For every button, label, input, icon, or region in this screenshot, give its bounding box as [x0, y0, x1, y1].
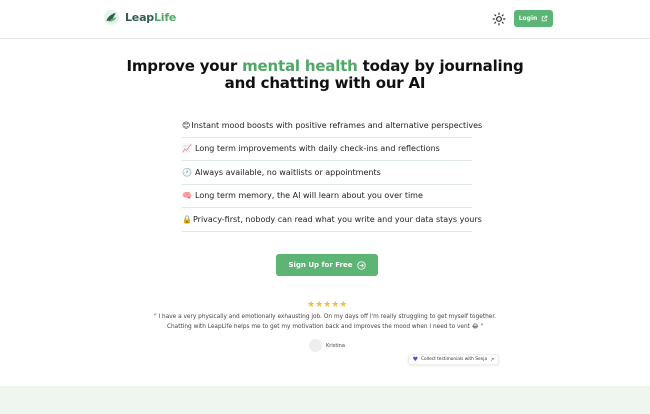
feature-text: Instant mood boosts with positive refram…	[191, 120, 483, 130]
clock-emoji-icon: 🕐	[182, 167, 192, 177]
site-header: LeapLife Login	[0, 0, 650, 38]
arrow-circle-right-icon	[356, 260, 366, 270]
sign-up-label: Sign Up for Free	[288, 261, 353, 269]
smile-emoji-icon: 😊	[182, 120, 191, 130]
lock-emoji-icon: 🔒	[182, 214, 192, 224]
brand-logo[interactable]: LeapLife	[103, 9, 176, 26]
feature-item: 🧠 Long term memory, the AI will learn ab…	[182, 185, 472, 208]
header-divider	[0, 38, 650, 39]
chart-up-emoji-icon: 📈	[182, 144, 192, 154]
footer-section	[0, 386, 650, 414]
arrow-up-right-icon: ↗	[490, 356, 495, 363]
feature-item: 📈 Long term improvements with daily chec…	[182, 138, 472, 161]
feature-item: 🔒 Privacy-first, nobody can read what yo…	[182, 208, 482, 232]
senja-badge-link[interactable]: ♥ Collect testimonials with Senja ↗	[408, 354, 499, 365]
feature-text: Long term memory, the AI will learn abou…	[195, 191, 423, 201]
testimonial-author: Kristina	[309, 339, 345, 352]
star-icons: ★★★★★	[307, 300, 348, 310]
brand-name: LeapLife	[125, 11, 176, 24]
senja-label: Collect testimonials with Senja	[421, 357, 488, 362]
heart-icon: ♥	[412, 356, 419, 363]
login-button[interactable]: Login	[514, 10, 553, 27]
leap-life-logo-icon	[103, 9, 120, 26]
headline-post: today by journaling	[357, 57, 524, 75]
sun-icon[interactable]	[492, 12, 506, 26]
brand-suffix: Life	[153, 11, 177, 24]
quote-line-1: " I have a very physically and emotional…	[153, 314, 497, 320]
headline-highlight: mental health	[242, 57, 358, 75]
quote-line-2: Chatting with LeapLife helps me to get m…	[166, 324, 484, 330]
avatar	[309, 339, 322, 352]
author-name: Kristina	[326, 342, 345, 349]
feature-item: 😊 Instant mood boosts with positive refr…	[182, 114, 482, 138]
feature-text: Always available, no waitlists or appoin…	[195, 167, 381, 177]
feature-text: Privacy-first, nobody can read what you …	[192, 214, 482, 224]
sign-up-button[interactable]: Sign Up for Free	[276, 254, 378, 276]
feature-text: Long term improvements with daily check-…	[195, 144, 440, 154]
hero-headline: Improve your mental health today by jour…	[100, 58, 550, 92]
login-label: Login	[518, 15, 538, 22]
feature-list: 😊 Instant mood boosts with positive refr…	[182, 114, 482, 232]
headline-pre: Improve your	[126, 57, 243, 75]
testimonial-quote: " I have a very physically and emotional…	[150, 312, 500, 332]
brand-prefix: Leap	[125, 11, 154, 24]
rating-stars: ★★★★★	[307, 301, 347, 310]
feature-item: 🕐 Always available, no waitlists or appo…	[182, 161, 472, 185]
headline-line2: and chatting with our AI	[224, 74, 426, 92]
brain-emoji-icon: 🧠	[182, 191, 192, 201]
external-link-icon	[542, 15, 548, 22]
